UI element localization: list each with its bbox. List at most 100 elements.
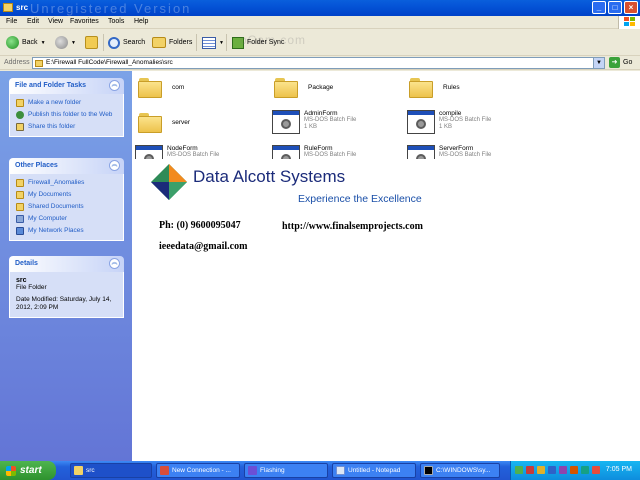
link-label: Make a new folder: [28, 99, 82, 106]
task-pane: File and Folder Tasks ︽ Make a new folde…: [0, 71, 132, 461]
taskbar-item-new-connection[interactable]: New Connection - ...: [156, 463, 240, 478]
link-label: Share this folder: [28, 123, 76, 130]
search-button[interactable]: Search: [108, 34, 145, 51]
company-tagline: Experience the Excellence: [298, 193, 422, 205]
place-my-documents[interactable]: My Documents: [16, 191, 117, 199]
task-label: src: [86, 467, 95, 474]
item-type: MS-DOS Batch File: [439, 152, 492, 158]
item-name: AdminForm: [304, 110, 338, 117]
tray-icon[interactable]: [570, 466, 578, 474]
chevron-down-icon[interactable]: ▼: [41, 40, 46, 46]
taskbar-item-notepad[interactable]: Untitled - Notepad: [332, 463, 416, 478]
tray-icon[interactable]: [515, 466, 523, 474]
start-button[interactable]: start: [0, 461, 56, 480]
chevron-down-icon[interactable]: ▼: [71, 40, 76, 46]
views-button[interactable]: ▼: [202, 34, 224, 51]
tray-icon[interactable]: [592, 466, 600, 474]
windows-flag-icon: [6, 465, 16, 476]
taskbar-item-cmd[interactable]: C:\WINDOWS\sy...: [420, 463, 500, 478]
tray-icon[interactable]: [559, 466, 567, 474]
toolbar: Back ▼ ▼ Search Folders ▼ Folder Sync oC…: [0, 29, 640, 56]
network-icon: [16, 227, 24, 235]
panel-title: Details: [15, 260, 38, 267]
start-label: start: [20, 465, 42, 476]
tray-icon[interactable]: [537, 466, 545, 474]
place-my-computer[interactable]: My Computer: [16, 215, 117, 223]
tray-icon[interactable]: [526, 466, 534, 474]
place-firewall-anomalies[interactable]: Firewall_Anomalies: [16, 179, 117, 187]
address-label: Address: [4, 59, 30, 66]
clock[interactable]: 7:05 PM: [606, 466, 632, 473]
item-size: 1 KB: [304, 124, 318, 130]
title-bar[interactable]: src Unregistered Version _ □ ×: [0, 0, 640, 16]
windows-logo-icon: [618, 16, 640, 29]
tray-icon[interactable]: [548, 466, 556, 474]
close-button[interactable]: ×: [624, 1, 638, 14]
folder-item[interactable]: Rules: [409, 78, 460, 98]
back-label: Back: [22, 39, 38, 46]
maximize-button[interactable]: □: [608, 1, 622, 14]
tray-icon[interactable]: [581, 466, 589, 474]
menu-view[interactable]: View: [48, 18, 63, 25]
taskbar-item-flashing[interactable]: Flashing: [244, 463, 328, 478]
panel-title: File and Folder Tasks: [15, 82, 87, 89]
go-button[interactable]: ➜ Go: [609, 57, 632, 68]
batch-file-icon: [272, 110, 300, 134]
make-new-folder-link[interactable]: Make a new folder: [16, 99, 117, 107]
documents-folder-icon: [16, 191, 24, 199]
menu-edit[interactable]: Edit: [27, 18, 39, 25]
computer-icon: [16, 215, 24, 223]
item-type: MS-DOS Batch File: [304, 117, 357, 123]
file-folder-tasks-panel: File and Folder Tasks ︽ Make a new folde…: [9, 78, 124, 137]
contact-url: http://www.finalsemprojects.com: [282, 221, 423, 232]
go-arrow-icon: ➜: [609, 57, 620, 68]
menu-file[interactable]: File: [6, 18, 17, 25]
minimize-button[interactable]: _: [592, 1, 606, 14]
collapse-icon[interactable]: ︽: [109, 160, 120, 171]
contact-phone: Ph: (0) 9600095047: [159, 220, 241, 231]
file-item[interactable]: compile MS-DOS Batch File 1 KB: [407, 110, 491, 134]
item-name: ServerForm: [439, 145, 474, 152]
company-name: Data Alcott Systems: [193, 167, 346, 186]
task-label: Untitled - Notepad: [348, 467, 401, 474]
back-button[interactable]: Back ▼: [6, 34, 46, 51]
item-name: NodeForm: [167, 145, 198, 152]
taskbar-item-src[interactable]: src: [70, 463, 152, 478]
place-shared-documents[interactable]: Shared Documents: [16, 203, 117, 211]
menu-bar: File Edit View Favorites Tools Help: [0, 16, 640, 29]
link-label: My Documents: [28, 191, 72, 198]
share-folder-icon: [16, 123, 24, 131]
folder-icon: [274, 78, 298, 98]
notepad-icon: [336, 466, 345, 475]
chevron-down-icon[interactable]: ▼: [219, 40, 224, 46]
folder-item[interactable]: server: [138, 113, 190, 133]
collapse-icon[interactable]: ︽: [109, 80, 120, 91]
menu-favorites[interactable]: Favorites: [70, 18, 99, 25]
share-folder-link[interactable]: Share this folder: [16, 123, 117, 131]
place-my-network-places[interactable]: My Network Places: [16, 227, 117, 235]
file-item[interactable]: AdminForm MS-DOS Batch File 1 KB: [272, 110, 356, 134]
menu-help[interactable]: Help: [134, 18, 148, 25]
shared-folder-icon: [16, 203, 24, 211]
panel-header[interactable]: Other Places ︽: [9, 158, 124, 174]
panel-header[interactable]: Details ︽: [9, 256, 124, 272]
folder-item[interactable]: com: [138, 78, 184, 98]
chevron-down-icon[interactable]: ▼: [593, 58, 604, 68]
item-name: com: [172, 84, 185, 91]
up-folder-button[interactable]: [85, 34, 98, 51]
publish-folder-link[interactable]: Publish this folder to the Web: [16, 111, 117, 119]
task-label: Flashing: [260, 467, 285, 474]
forward-button[interactable]: ▼: [55, 34, 76, 51]
toolbar-separator: [196, 34, 197, 51]
menu-tools[interactable]: Tools: [108, 18, 124, 25]
item-type: MS-DOS Batch File: [167, 152, 220, 158]
link-label: Firewall_Anomalies: [28, 179, 85, 186]
panel-header[interactable]: File and Folder Tasks ︽: [9, 78, 124, 94]
address-input[interactable]: E:\Firewall FullCode\Firewall_Anomalies\…: [32, 57, 605, 69]
folder-item[interactable]: Package: [274, 78, 333, 98]
console-icon: [424, 466, 433, 475]
collapse-icon[interactable]: ︽: [109, 258, 120, 269]
toolbar-separator: [226, 34, 227, 51]
panel-title: Other Places: [15, 162, 58, 169]
folders-button[interactable]: Folders: [152, 34, 192, 51]
